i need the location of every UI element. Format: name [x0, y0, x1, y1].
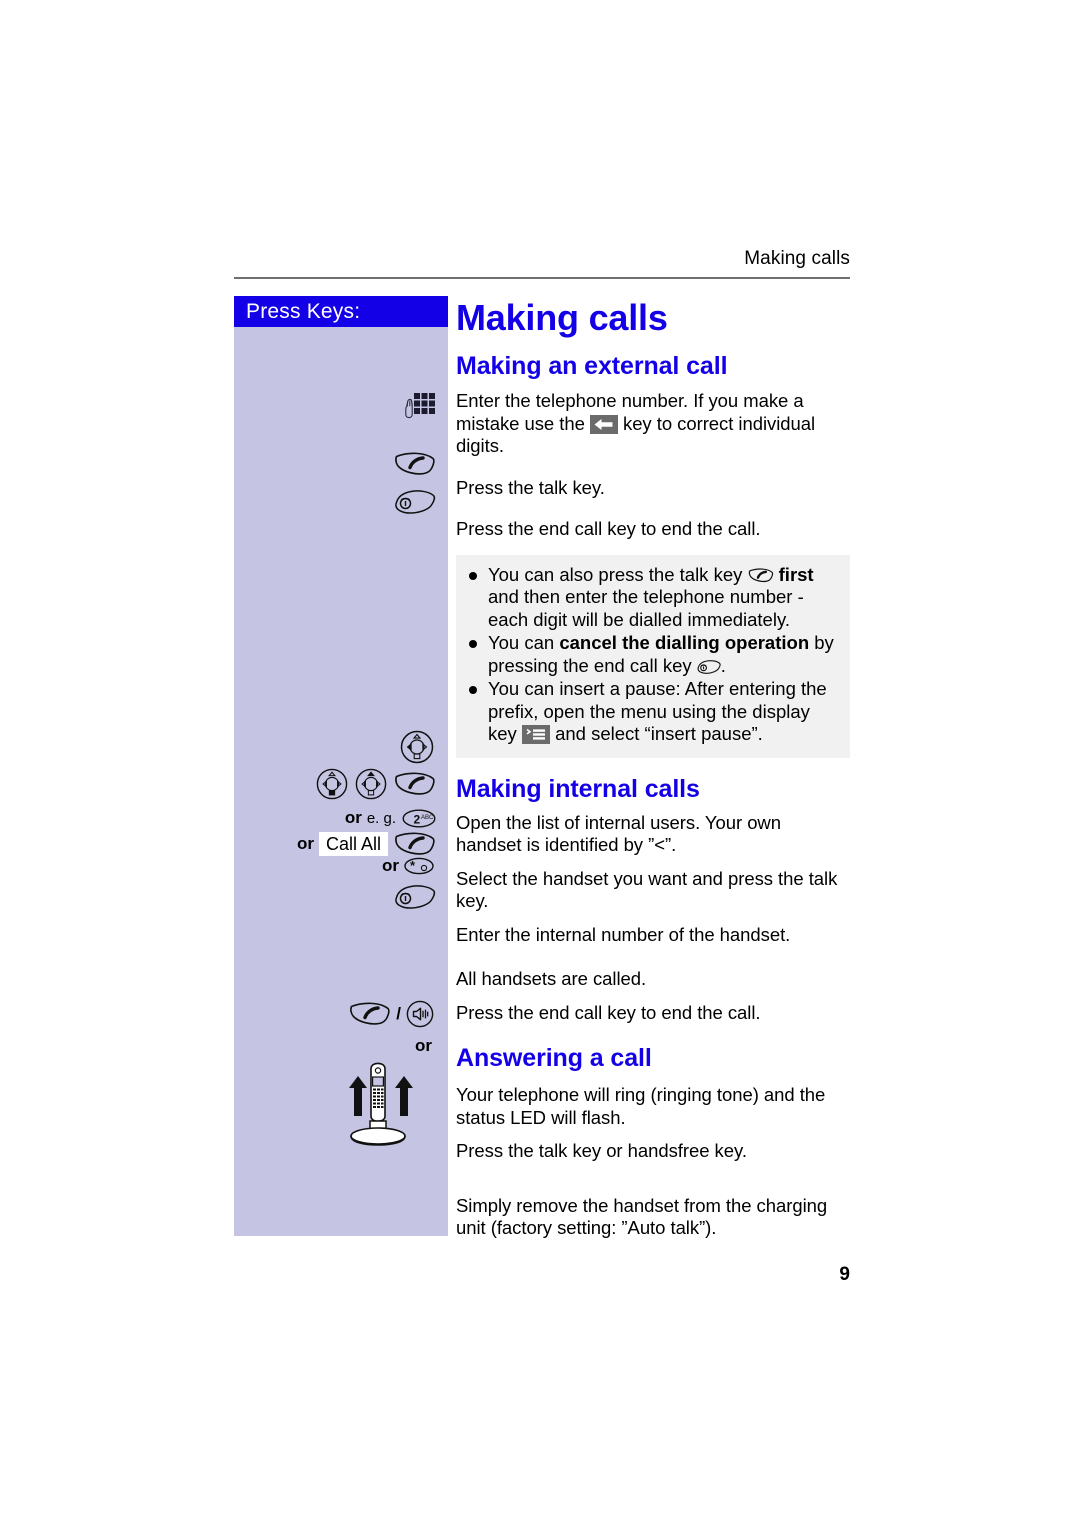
page-number: 9 [839, 1264, 850, 1285]
backspace-key-icon [589, 414, 618, 434]
sidebar-row-talk-handsfree: / [349, 1000, 434, 1028]
keypad-icon [404, 392, 436, 422]
sidebar-row-end-call-key [394, 488, 436, 516]
sidebar-row-handset-charger [332, 1058, 424, 1150]
svg-text:*: * [410, 858, 416, 873]
talk-key-icon [748, 567, 774, 584]
or-label: or [415, 1036, 432, 1055]
note-bold-cancel: cancel the dialling operation [559, 632, 810, 653]
separator-slash: / [396, 1004, 401, 1023]
sidebar-row-keypad [404, 392, 436, 422]
talk-key-icon [394, 770, 436, 798]
note-box: You can also press the talk key first an… [456, 554, 850, 758]
end-call-key-icon [697, 659, 721, 675]
sidebar-row-or-divider: or [415, 1036, 432, 1056]
step-enter-number: Enter the telephone number. If you make … [456, 390, 850, 458]
digit-key-2-icon: 2 ABC [402, 808, 436, 828]
document-page: Making calls Press Keys: or e. g. 2 ABC … [0, 0, 1080, 1528]
handsfree-key-icon [406, 1000, 434, 1028]
sidebar-row-nav-select-talk [316, 768, 436, 800]
bullet-icon [469, 571, 477, 580]
or-label: or [344, 808, 362, 827]
sidebar-row-call-all: or Call All [297, 830, 436, 858]
svg-text:ABC: ABC [421, 815, 434, 821]
display-key-icon [521, 725, 550, 744]
svg-text:2: 2 [414, 812, 421, 826]
step-press-talk-key: Press the talk key. [456, 476, 605, 498]
talk-key-icon [394, 830, 436, 858]
sidebar-row-end-call-key-2 [394, 883, 436, 911]
bullet-icon [469, 640, 477, 648]
step-enter-internal-number: Enter the internal number of the handset… [456, 923, 791, 945]
step-all-handsets-called: All handsets are called. [456, 968, 647, 989]
section-heading-answering-call: Answering a call [456, 1044, 652, 1072]
sidebar-row-star-key: or * [382, 856, 434, 876]
end-call-key-icon [394, 488, 436, 516]
eg-label: e. g. [366, 809, 396, 827]
step-phone-rings: Your telephone will ring (ringing tone) … [456, 1084, 826, 1128]
main-content: Making calls Making an external call Ent… [456, 300, 850, 1240]
running-header: Making calls [744, 248, 850, 269]
step-remove-handset: Simply remove the handset from the charg… [456, 1194, 828, 1239]
or-label: or [296, 834, 314, 853]
section-heading-external-call: Making an external call [456, 352, 728, 380]
header-rule [234, 277, 850, 279]
note-bold-first: first [778, 563, 814, 585]
navigation-key-icon [355, 768, 387, 800]
press-keys-sidebar: Press Keys: or e. g. 2 ABC or Call All o… [234, 296, 448, 1236]
or-label: or [382, 856, 399, 875]
page-title: Making calls [456, 297, 668, 338]
navigation-key-icon [316, 768, 348, 800]
sidebar-title: Press Keys: [234, 296, 448, 327]
section-heading-internal-calls: Making internal calls [456, 774, 700, 803]
note-text-2c: . [720, 654, 726, 676]
sidebar-row-nav-key [400, 730, 434, 764]
sidebar-row-talk-key [394, 450, 436, 478]
step-press-talk-or-handsfree: Press the talk key or handsfree key. [456, 1140, 747, 1161]
note-text-1b: and then enter the telephone number - ea… [488, 586, 804, 630]
softkey-call-all[interactable]: Call All [318, 832, 388, 856]
note-text-2a: You can [488, 632, 560, 653]
navigation-key-icon [400, 730, 434, 764]
note-text-1a: You can also press the talk key [488, 563, 748, 585]
talk-key-icon [394, 450, 436, 478]
note-text-3b: and select “insert pause”. [549, 723, 763, 744]
sidebar-row-digit-key: or e. g. 2 ABC [345, 808, 436, 828]
step-open-internal-list: Open the list of internal users. Your ow… [456, 811, 781, 856]
talk-key-icon [349, 1000, 391, 1028]
step-press-end-call-key: Press the end call key to end the call. [456, 518, 761, 539]
bullet-icon [469, 686, 477, 694]
note-item: You can insert a pause: After entering t… [466, 678, 838, 746]
step-end-call-internal: Press the end call key to end the call. [456, 1001, 761, 1023]
note-item: You can cancel the dialling operation by… [466, 632, 838, 677]
handset-on-charger-icon [332, 1058, 424, 1150]
star-key-icon: * [404, 857, 434, 875]
end-call-key-icon [394, 883, 436, 911]
step-select-handset: Select the handset you want and press th… [456, 867, 838, 912]
note-item: You can also press the talk key first an… [466, 564, 838, 632]
